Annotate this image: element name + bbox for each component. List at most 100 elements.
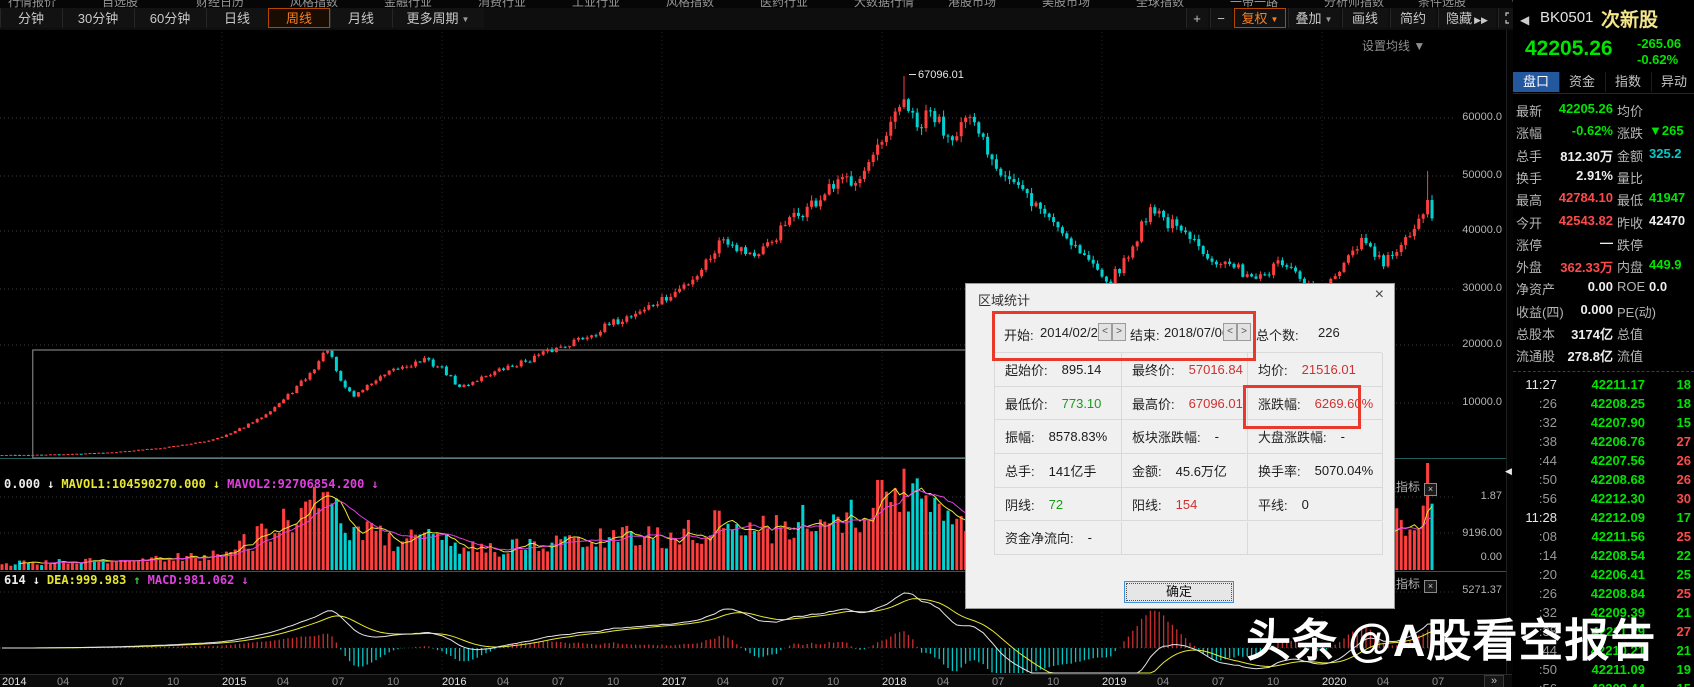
confirm-button[interactable]: 确定 <box>1124 581 1234 603</box>
tick-time: :50 <box>1538 472 1557 487</box>
stat-value: 895.14 <box>1061 361 1102 377</box>
stat-label: 起始价: <box>1005 362 1048 378</box>
stat-label: 涨跌幅: <box>1258 396 1301 412</box>
price-axis-label: 20000.0 <box>1462 338 1502 350</box>
tick-volume: 25 <box>1676 567 1691 582</box>
time-axis-label: 04 <box>937 676 950 687</box>
quote-row: 换手 2.91% 量比 <box>1513 168 1694 190</box>
trading-app-window: 行情报价 自选股 财经日历 风格指数 金融行业 消费行业 工业行业 风格指数 医药行业 大数据行情… <box>0 0 1694 687</box>
quote-tabs: 盘口资金指数异动板 <box>1513 72 1694 94</box>
region-statistics-dialog: 区域统计 × 开始: 2014/02/21 < > 结束: 2018/07/06 < > 总个数… <box>965 283 1395 609</box>
stat-cell: 资金净流向: - <box>995 521 1122 556</box>
arrow-icon: ↑ <box>133 573 141 587</box>
quote-value: 325.2 <box>1649 145 1682 161</box>
tick-volume: 27 <box>1676 624 1691 639</box>
stat-label: 阴线: <box>1005 497 1035 513</box>
stat-cell: 板块涨跌幅: - <box>1122 420 1248 455</box>
stat-cell: 大盘涨跌幅: - <box>1248 420 1383 455</box>
time-axis-label: 10 <box>387 676 400 687</box>
volume-axis-label: 1.87 <box>1480 490 1502 502</box>
tick-price: 42207.90 <box>1590 415 1645 430</box>
quote-tab-2[interactable]: 资金 <box>1559 72 1606 92</box>
time-axis-label: 07 <box>992 676 1005 687</box>
tick-row: :44 42207.56 26 <box>1513 453 1694 472</box>
price-axis-label: 40000.0 <box>1462 224 1502 236</box>
tick-volume: 30 <box>1676 491 1691 506</box>
stat-label: 均价: <box>1258 362 1288 378</box>
macd-axis-label: 5271.37 <box>1462 584 1502 596</box>
tick-volume: 26 <box>1676 472 1691 487</box>
start-prev-button[interactable]: < <box>1098 323 1112 341</box>
tick-volume: 22 <box>1676 548 1691 563</box>
tick-volume: 26 <box>1676 453 1691 468</box>
quote-row: 净资产 0.00 ROE 0.0 <box>1513 279 1694 301</box>
stat-cell: 最低价: 773.10 <box>995 386 1122 421</box>
time-axis-label: 2015 <box>222 676 247 687</box>
tick-row: :20 42206.41 25 <box>1513 567 1694 586</box>
tick-volume: 17 <box>1676 510 1691 525</box>
indicator-value: MAVOL1:104590270.000 <box>61 477 206 491</box>
time-axis-label: 2014 <box>2 676 27 687</box>
indicator-value: MACD:981.062 <box>147 573 235 587</box>
quote-tab-3[interactable]: 指数 <box>1605 72 1652 92</box>
time-axis-label: 07 <box>332 676 345 687</box>
tick-price: 42207.56 <box>1590 453 1645 468</box>
tick-volume: 27 <box>1676 434 1691 449</box>
time-axis: 2014 04 07 10 2015 04 07 10 2016 04 07 10 2017 04 07 10… <box>0 674 1512 687</box>
price-change: -265.06 <box>1637 36 1682 51</box>
stat-label: 最高价: <box>1132 396 1175 412</box>
quote-tab-4[interactable]: 异动 <box>1651 72 1694 92</box>
set-ma-dropdown[interactable]: 设置均线 ▼ <box>1362 37 1425 54</box>
arrow-icon: ↓ <box>371 477 379 491</box>
quote-value: 42784.10 <box>1558 190 1613 206</box>
stat-cell: 总手: 141亿手 <box>995 454 1122 488</box>
end-prev-button[interactable]: < <box>1223 323 1237 341</box>
stat-cell: 阴线: 72 <box>995 487 1122 522</box>
tick-time: 11:27 <box>1525 377 1557 392</box>
tick-price: 42206.76 <box>1590 434 1645 449</box>
back-arrow-icon[interactable]: ◀ <box>1520 13 1529 27</box>
arrow-icon: ↓ <box>47 477 55 491</box>
total-count-label: 总个数: <box>1256 328 1299 343</box>
tick-price: 42211.56 <box>1591 529 1645 544</box>
quote-value: 42543.82 <box>1558 212 1613 228</box>
quote-tab-1[interactable]: 盘口 <box>1513 72 1560 92</box>
arrow-icon: ↓ <box>32 573 40 587</box>
arrow-icon: ↓ <box>241 573 249 587</box>
quote-label: 涨跌 <box>1617 126 1644 142</box>
time-axis-label: 07 <box>112 676 125 687</box>
start-label: 开始: <box>1004 328 1034 343</box>
indicator-value: 614 <box>4 573 26 587</box>
volume-indicator-legend: 0.000 ↓ MAVOL1:104590270.000 ↓ MAVOL2:927068… <box>4 477 386 491</box>
end-next-button[interactable]: > <box>1237 323 1251 341</box>
stat-value: 45.6万亿 <box>1175 463 1227 479</box>
stat-cell: 阳线: 154 <box>1122 487 1248 522</box>
tick-time: :20 <box>1538 567 1557 582</box>
price-axis-label: 50000.0 <box>1462 169 1502 181</box>
close-icon[interactable]: × <box>1375 286 1384 304</box>
tick-price: 42208.68 <box>1590 472 1645 487</box>
quote-value: 42470 <box>1649 212 1686 228</box>
quote-value: 2.91% <box>1576 167 1613 183</box>
splitter-arrow-icon: ◀ <box>1505 466 1512 476</box>
tick-volume: 25 <box>1676 529 1691 544</box>
start-next-button[interactable]: > <box>1112 323 1126 341</box>
time-axis-label: 10 <box>1267 676 1280 687</box>
indicator-value: 0.000 <box>4 477 41 491</box>
total-count-value: 226 <box>1318 325 1340 340</box>
tick-time: :26 <box>1538 586 1557 601</box>
stat-value: 67096.01 <box>1188 395 1243 411</box>
close-box-icon[interactable]: × <box>1424 483 1438 496</box>
more-button[interactable]: » <box>1484 675 1504 687</box>
time-axis-label: 04 <box>717 676 730 687</box>
start-date-value: 2014/02/21 <box>1040 325 1106 340</box>
quote-panel: ◀ BK0501 次新股 42205.26 -265.06 -0.62% 盘口资… <box>1513 0 1694 687</box>
quote-label: 流值 <box>1617 349 1644 365</box>
close-box-icon[interactable]: × <box>1424 580 1438 593</box>
quote-row: 总股本 3174亿 总值 <box>1513 324 1694 346</box>
stat-value: 6269.60% <box>1314 395 1374 411</box>
quote-row: 总手 812.30万 金额 325.2 <box>1513 146 1694 168</box>
stat-cell: 均价: 21516.01 <box>1248 353 1383 387</box>
tick-time: :38 <box>1538 434 1557 449</box>
watermark: 头条 @A股看空报告 <box>1246 604 1656 669</box>
